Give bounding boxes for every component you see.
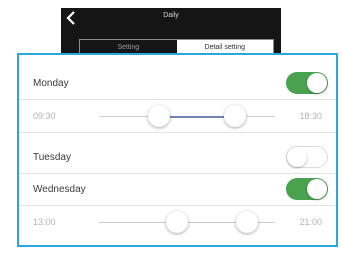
- start-time: 13:00: [33, 217, 56, 227]
- day-row-tuesday: Tuesday: [19, 141, 336, 174]
- day-label: Wednesday: [33, 183, 86, 195]
- toggle-knob: [307, 179, 327, 199]
- daily-detail-setting-screen: Daily Setting Detail setting Monday 09:3…: [0, 0, 343, 253]
- toggle-knob: [307, 73, 327, 93]
- monday-toggle[interactable]: [286, 72, 328, 94]
- start-thumb[interactable]: [148, 105, 170, 127]
- time-range-track: [99, 105, 275, 127]
- day-label: Monday: [33, 77, 69, 89]
- start-thumb[interactable]: [166, 211, 188, 233]
- end-time: 21:00: [299, 217, 322, 227]
- time-range-track: [99, 211, 275, 233]
- day-row-monday: Monday: [19, 67, 336, 100]
- end-thumb[interactable]: [224, 105, 246, 127]
- day-label: Tuesday: [33, 151, 71, 163]
- start-time: 09:30: [33, 111, 56, 121]
- toggle-knob: [287, 147, 307, 167]
- end-thumb[interactable]: [236, 211, 258, 233]
- wednesday-toggle[interactable]: [286, 178, 328, 200]
- schedule-panel: Monday 09:30 18:30 Tuesday Wednesday 13:…: [17, 53, 338, 247]
- time-range-row-monday: 09:30 18:30: [19, 100, 336, 133]
- time-range-row-wednesday: 13:00 21:00: [19, 206, 336, 238]
- tuesday-toggle[interactable]: [286, 146, 328, 168]
- page-title: Daily: [163, 12, 179, 19]
- end-time: 18:30: [299, 111, 322, 121]
- day-row-wednesday: Wednesday: [19, 173, 336, 206]
